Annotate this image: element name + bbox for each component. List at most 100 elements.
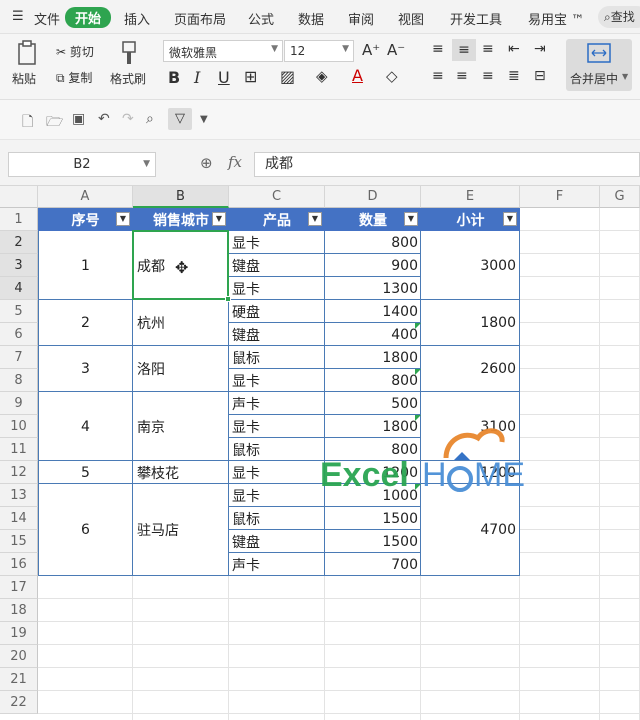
format-painter-button[interactable]: 格式刷 — [110, 70, 146, 87]
cell-city[interactable]: 攀枝花 — [133, 461, 229, 484]
row-header-5[interactable]: 5 — [0, 300, 38, 323]
row-header-7[interactable]: 7 — [0, 346, 38, 369]
cell-no[interactable]: 2 — [38, 300, 133, 346]
cell-product[interactable]: 键盘 — [229, 323, 325, 346]
indent-increase-icon[interactable]: ⇥ — [534, 41, 546, 57]
zoom-search-icon[interactable]: ⊕ — [200, 154, 213, 172]
tab-view[interactable]: 视图 — [398, 9, 424, 28]
cell-quantity[interactable]: 800 — [325, 231, 421, 254]
cell-subtotal[interactable]: 3000 — [421, 231, 520, 300]
row-header-22[interactable]: 22 — [0, 691, 38, 714]
cell-product[interactable]: 鼠标 — [229, 346, 325, 369]
tab-developer[interactable]: 开发工具 — [450, 9, 502, 28]
fill-handle[interactable] — [225, 296, 231, 302]
filter-dropdown-icon[interactable]: ▼ — [404, 212, 418, 226]
spreadsheet-grid[interactable]: A B C D E F G 1 2 3 4 5 6 7 8 9 10 11 12 13 14 15 16 17 18 19 20 21… — [0, 186, 640, 720]
row-header-17[interactable]: 17 — [0, 576, 38, 599]
cell-city[interactable]: 驻马店 — [133, 484, 229, 576]
justify-icon[interactable]: ≣ — [508, 68, 520, 84]
cell-subtotal[interactable]: 2600 — [421, 346, 520, 392]
cell-quantity[interactable]: 900 — [325, 254, 421, 277]
cell-city[interactable]: 南京 — [133, 392, 229, 461]
fill-pattern-icon[interactable]: ▨ — [280, 67, 295, 86]
italic-icon[interactable]: I — [194, 68, 200, 87]
row-header-8[interactable]: 8 — [0, 369, 38, 392]
row-header-9[interactable]: 9 — [0, 392, 38, 415]
column-header-f[interactable]: F — [520, 186, 600, 208]
save-icon[interactable]: ▣ — [72, 111, 85, 127]
row-header-14[interactable]: 14 — [0, 507, 38, 530]
row-header-2[interactable]: 2 — [0, 231, 38, 254]
align-middle-icon[interactable]: ≡ — [452, 39, 476, 61]
cell-product[interactable]: 声卡 — [229, 553, 325, 576]
row-header-20[interactable]: 20 — [0, 645, 38, 668]
paste-button[interactable]: 粘贴 — [12, 70, 36, 87]
cell-quantity[interactable]: 1800 — [325, 346, 421, 369]
row-header-21[interactable]: 21 — [0, 668, 38, 691]
cell-product[interactable]: 显卡 — [229, 277, 325, 300]
column-header-b[interactable]: B — [133, 186, 229, 208]
menu-file[interactable]: 文件 — [34, 9, 60, 28]
align-right-icon[interactable]: ≡ — [482, 68, 494, 84]
cell-quantity[interactable]: 1400 — [325, 300, 421, 323]
cell-city[interactable]: 杭州 — [133, 300, 229, 346]
row-header-6[interactable]: 6 — [0, 323, 38, 346]
filter-icon[interactable]: ▽ — [168, 108, 192, 130]
undo-icon[interactable]: ↶ — [98, 111, 110, 127]
cell-no[interactable]: 3 — [38, 346, 133, 392]
filter-dropdown-icon[interactable]: ▼ — [212, 212, 226, 226]
hamburger-menu-icon[interactable]: ☰ — [12, 9, 24, 24]
filter-dropdown-icon[interactable]: ▼ — [308, 212, 322, 226]
customize-dropdown-icon[interactable]: ▼ — [200, 114, 208, 125]
cell-quantity[interactable]: 700 — [325, 553, 421, 576]
row-header-11[interactable]: 11 — [0, 438, 38, 461]
bold-icon[interactable]: B — [168, 68, 180, 87]
cut-button[interactable]: ✂ 剪切 — [56, 43, 94, 60]
filter-dropdown-icon[interactable]: ▼ — [116, 212, 130, 226]
row-header-16[interactable]: 16 — [0, 553, 38, 576]
cell-product[interactable]: 键盘 — [229, 254, 325, 277]
cell-product[interactable]: 声卡 — [229, 392, 325, 415]
decrease-font-icon[interactable]: A⁻ — [387, 41, 405, 59]
formula-input[interactable]: 成都 — [254, 152, 640, 177]
cell-quantity[interactable]: 1300 — [325, 277, 421, 300]
column-header-g[interactable]: G — [600, 186, 640, 208]
cell-product[interactable]: 显卡 — [229, 484, 325, 507]
font-size-select[interactable]: 12 ▼ — [284, 40, 354, 62]
new-file-icon[interactable]: 🗋 — [22, 111, 33, 135]
cell-subtotal[interactable]: 1800 — [421, 300, 520, 346]
cell-product[interactable]: 显卡 — [229, 415, 325, 438]
cell-product[interactable]: 鼠标 — [229, 507, 325, 530]
cell-quantity[interactable]: 400 — [325, 323, 421, 346]
open-folder-icon[interactable]: 🗁 — [46, 111, 63, 135]
cell-product[interactable]: 显卡 — [229, 461, 325, 484]
cell-quantity[interactable]: 1500 — [325, 507, 421, 530]
fx-icon[interactable]: fx — [228, 153, 242, 171]
cell-product[interactable]: 硬盘 — [229, 300, 325, 323]
cell-city[interactable]: 洛阳 — [133, 346, 229, 392]
column-header-c[interactable]: C — [229, 186, 325, 208]
row-header-19[interactable]: 19 — [0, 622, 38, 645]
align-center-icon[interactable]: ≡ — [456, 68, 468, 84]
tab-insert[interactable]: 插入 — [124, 9, 150, 28]
format-painter-icon[interactable] — [118, 40, 140, 66]
align-top-icon[interactable]: ≡ — [432, 41, 444, 57]
tab-page-layout[interactable]: 页面布局 — [174, 9, 226, 28]
search-box[interactable]: ⌕查找 — [598, 6, 640, 28]
font-color-icon[interactable]: A — [352, 66, 363, 85]
redo-icon[interactable]: ↷ — [122, 111, 134, 127]
row-header-3[interactable]: 3 — [0, 254, 38, 277]
align-left-icon[interactable]: ≡ — [432, 68, 444, 84]
column-header-a[interactable]: A — [38, 186, 133, 208]
cell-product[interactable]: 显卡 — [229, 231, 325, 254]
fill-color-icon[interactable]: ◈ — [316, 67, 328, 85]
find-icon[interactable]: ⌕ — [146, 111, 154, 127]
copy-button[interactable]: ⧉ 复制 — [56, 69, 92, 86]
merge-center-button[interactable]: 合并居中 ▼ — [566, 39, 632, 91]
cell-quantity[interactable]: 800 — [325, 369, 421, 392]
align-bottom-icon[interactable]: ≡ — [482, 41, 494, 57]
column-header-e[interactable]: E — [421, 186, 520, 208]
row-header-4[interactable]: 4 — [0, 277, 38, 300]
tab-easy-tools[interactable]: 易用宝 ™ — [528, 9, 584, 28]
cell-quantity[interactable]: 1500 — [325, 530, 421, 553]
